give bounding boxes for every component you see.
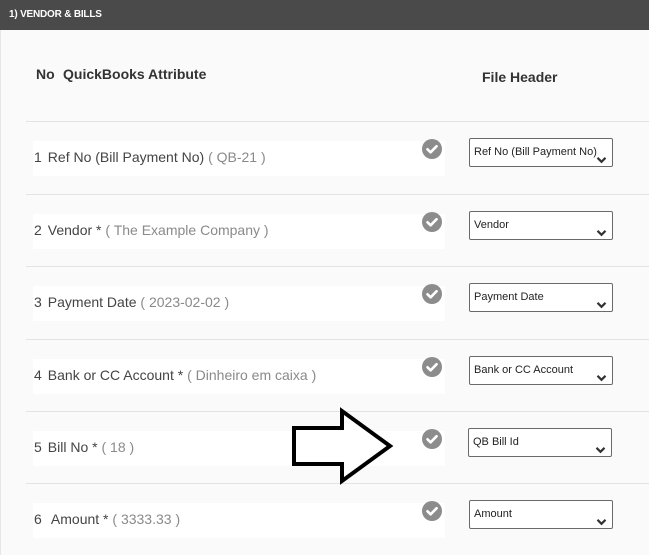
row-divider (26, 339, 649, 340)
file-header-select[interactable]: Vendor (469, 211, 613, 240)
row-number: 2 (34, 222, 42, 238)
row-divider (26, 194, 649, 195)
select-value: Bank or CC Account (474, 364, 574, 376)
check-circle-icon (422, 284, 442, 304)
attribute-sample-value: ( 3333.33 ) (112, 511, 181, 527)
select-value: Ref No (Bill Payment No) (474, 146, 597, 158)
row-number: 5 (34, 439, 42, 455)
column-header-no: No (36, 66, 55, 82)
chevron-down-icon (596, 510, 607, 528)
attribute-name: Ref No (Bill Payment No) (47, 149, 205, 165)
file-header-select[interactable]: QB Bill Id (468, 428, 612, 457)
select-value: Amount (474, 508, 512, 520)
select-value: Vendor (474, 219, 509, 231)
chevron-down-icon (596, 366, 607, 384)
select-value: QB Bill Id (473, 436, 519, 448)
row-number: 6 (34, 511, 42, 527)
chevron-down-icon (596, 293, 607, 311)
attribute-label: 2 Vendor * ( The Example Company ) (34, 222, 269, 238)
check-circle-icon (422, 357, 442, 377)
attribute-sample-value: ( The Example Company ) (105, 222, 269, 238)
check-circle-icon (422, 501, 442, 521)
file-header-select[interactable]: Amount (469, 500, 613, 529)
check-circle-icon (422, 212, 442, 232)
row-number: 1 (34, 149, 42, 165)
chevron-down-icon (596, 148, 607, 166)
attribute-name: Amount * (47, 511, 109, 527)
row-divider (26, 266, 649, 267)
attribute-sample-value: ( 18 ) (101, 439, 135, 455)
attribute-sample-value: ( Dinheiro em caixa ) (187, 367, 317, 383)
file-header-select[interactable]: Ref No (Bill Payment No) (469, 138, 613, 167)
chevron-down-icon (596, 221, 607, 239)
attribute-label: 5 Bill No * ( 18 ) (34, 439, 134, 455)
attribute-label: 6 Amount * ( 3333.33 ) (34, 511, 180, 527)
row-divider (26, 411, 649, 412)
row-number: 3 (34, 294, 42, 310)
attribute-label: 1 Ref No (Bill Payment No) ( QB-21 ) (34, 149, 266, 165)
attribute-name: Payment Date (47, 294, 137, 310)
check-circle-icon (422, 139, 442, 159)
attribute-name: Bank or CC Account * (47, 367, 184, 383)
chevron-down-icon (595, 438, 606, 456)
row-divider (26, 121, 649, 122)
file-header-select[interactable]: Payment Date (469, 283, 613, 312)
attribute-label: 4 Bank or CC Account * ( Dinheiro em caix… (34, 367, 316, 383)
attribute-sample-value: ( 2023-02-02 ) (140, 294, 230, 310)
row-divider (26, 483, 649, 484)
row-number: 4 (34, 367, 42, 383)
column-header-file-header: File Header (482, 69, 558, 85)
attribute-sample-value: ( QB-21 ) (208, 149, 266, 165)
attribute-label: 3 Payment Date ( 2023-02-02 ) (34, 294, 229, 310)
column-header-attribute: QuickBooks Attribute (63, 66, 207, 82)
section-header: 1) VENDOR & BILLS (0, 0, 649, 30)
attribute-name: Bill No * (47, 439, 98, 455)
attribute-name: Vendor * (47, 222, 102, 238)
select-value: Payment Date (474, 291, 544, 303)
left-border (0, 30, 1, 555)
check-circle-icon (422, 429, 442, 449)
file-header-select[interactable]: Bank or CC Account (469, 356, 613, 385)
